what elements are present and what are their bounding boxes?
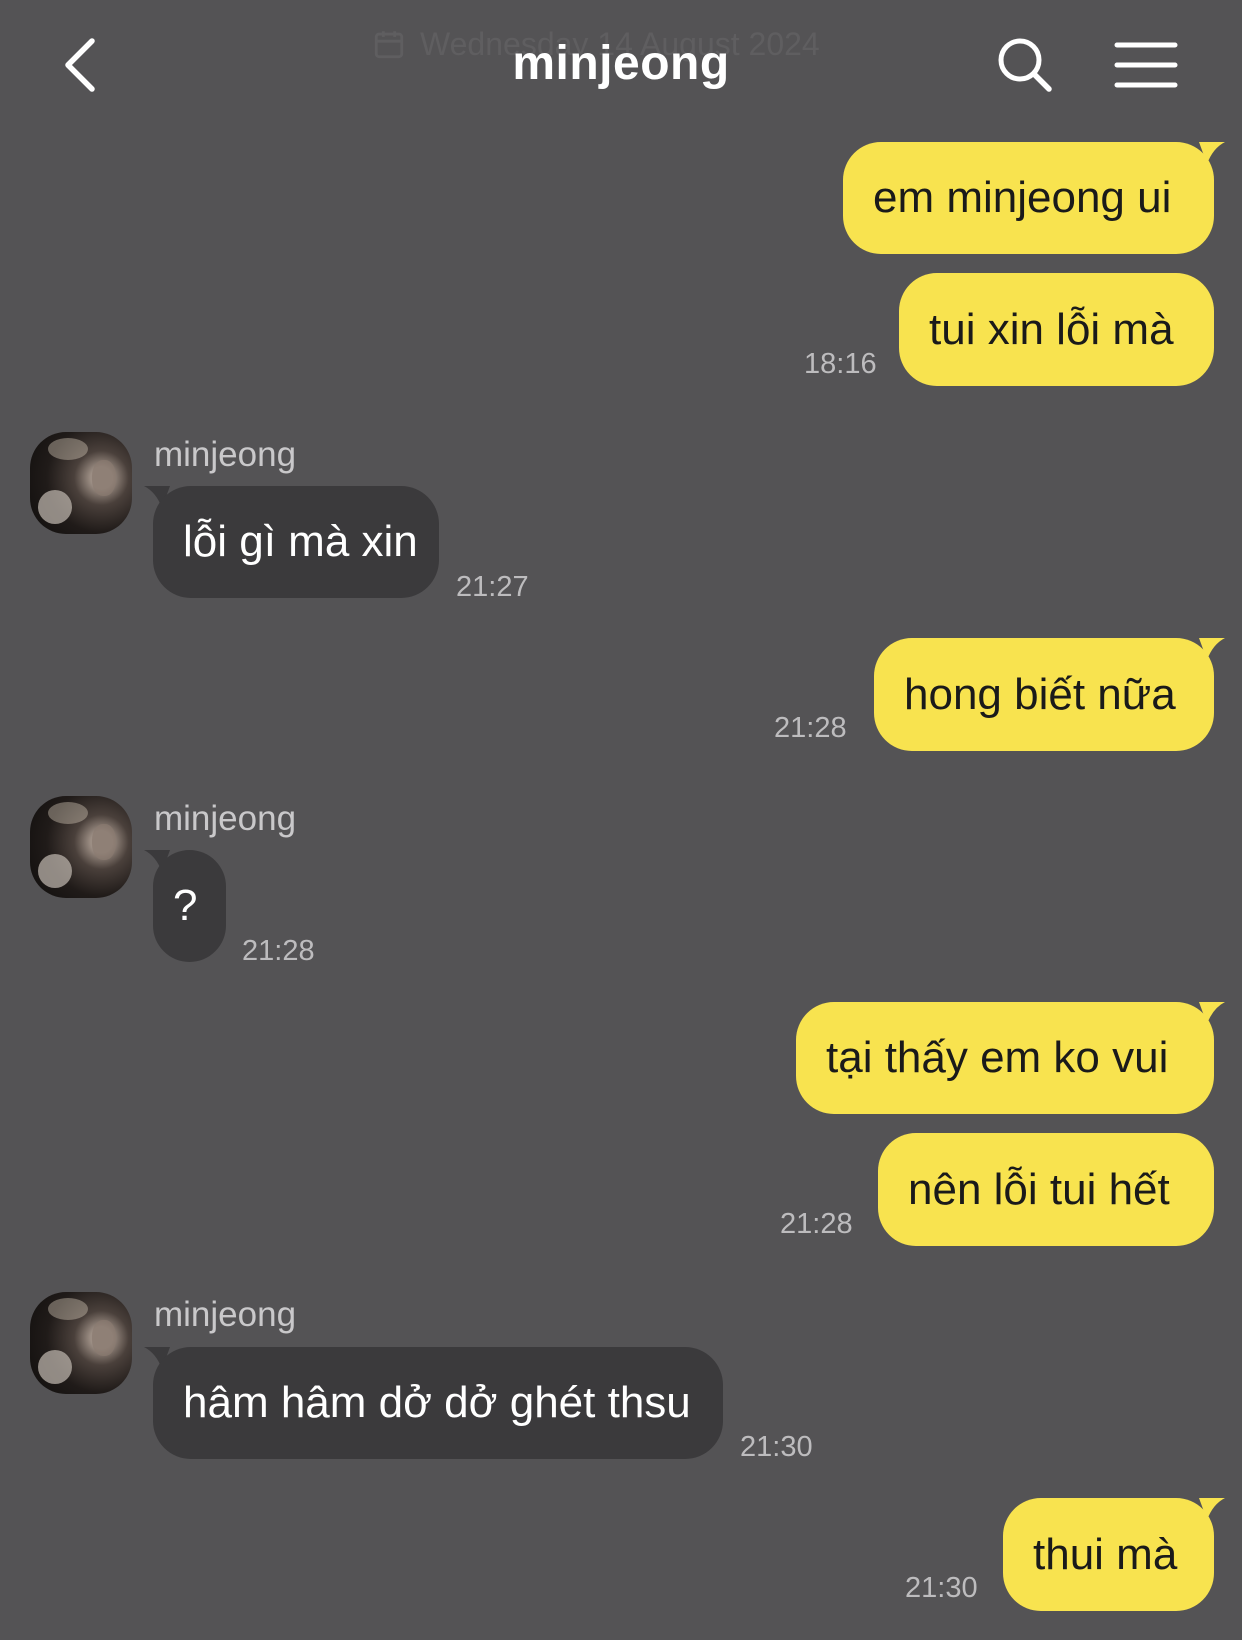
menu-button[interactable] bbox=[1110, 34, 1182, 96]
message-bubble[interactable]: ? bbox=[153, 850, 226, 962]
message-bubble[interactable]: tui xin lỗi mà bbox=[899, 273, 1214, 386]
back-button[interactable] bbox=[48, 30, 112, 100]
bubble-tail bbox=[1199, 1002, 1225, 1024]
search-button[interactable] bbox=[990, 30, 1060, 100]
message-time: 21:28 bbox=[780, 1208, 853, 1240]
bubble-tail bbox=[1199, 638, 1225, 660]
message-bubble[interactable]: tại thấy em ko vui bbox=[796, 1002, 1214, 1114]
message-bubble[interactable]: nên lỗi tui hết bbox=[878, 1133, 1214, 1246]
message-text: nên lỗi tui hết bbox=[908, 1164, 1170, 1214]
message-bubble[interactable]: lỗi gì mà xin bbox=[153, 486, 439, 598]
bubble-tail bbox=[1199, 1498, 1225, 1520]
message-time: 21:28 bbox=[242, 935, 315, 967]
avatar[interactable] bbox=[30, 796, 132, 898]
message-text: hâm hâm dở dở ghét thsu bbox=[183, 1378, 691, 1427]
message-time: 21:30 bbox=[740, 1431, 813, 1463]
message-bubble[interactable]: em minjeong ui bbox=[843, 142, 1214, 254]
sender-name: minjeong bbox=[154, 799, 297, 838]
message-text: ? bbox=[173, 881, 198, 930]
sender-name: minjeong bbox=[154, 435, 297, 474]
message-text: em minjeong ui bbox=[873, 173, 1172, 222]
avatar[interactable] bbox=[30, 1292, 132, 1394]
message-time: 21:30 bbox=[905, 1572, 978, 1604]
chevron-left-icon bbox=[65, 38, 95, 92]
message-text: tại thấy em ko vui bbox=[826, 1033, 1169, 1082]
menu-icon bbox=[1114, 42, 1178, 88]
avatar[interactable] bbox=[30, 432, 132, 534]
message-time: 21:27 bbox=[456, 571, 529, 603]
message-text: tui xin lỗi mà bbox=[929, 304, 1174, 354]
message-text: lỗi gì mà xin bbox=[183, 517, 418, 566]
chat-header: Wednesday 14 August 2024 minjeong bbox=[0, 0, 1242, 130]
message-text: hong biết nữa bbox=[904, 669, 1176, 719]
message-bubble[interactable]: hâm hâm dở dở ghét thsu bbox=[153, 1347, 723, 1459]
search-icon bbox=[998, 38, 1052, 92]
message-bubble[interactable]: thui mà bbox=[1003, 1498, 1214, 1611]
message-time: 18:16 bbox=[804, 348, 877, 380]
message-time: 21:28 bbox=[774, 712, 847, 744]
message-text: thui mà bbox=[1033, 1529, 1178, 1579]
message-bubble[interactable]: hong biết nữa bbox=[874, 638, 1214, 751]
sender-name: minjeong bbox=[154, 1295, 297, 1334]
bubble-tail bbox=[1199, 142, 1225, 164]
